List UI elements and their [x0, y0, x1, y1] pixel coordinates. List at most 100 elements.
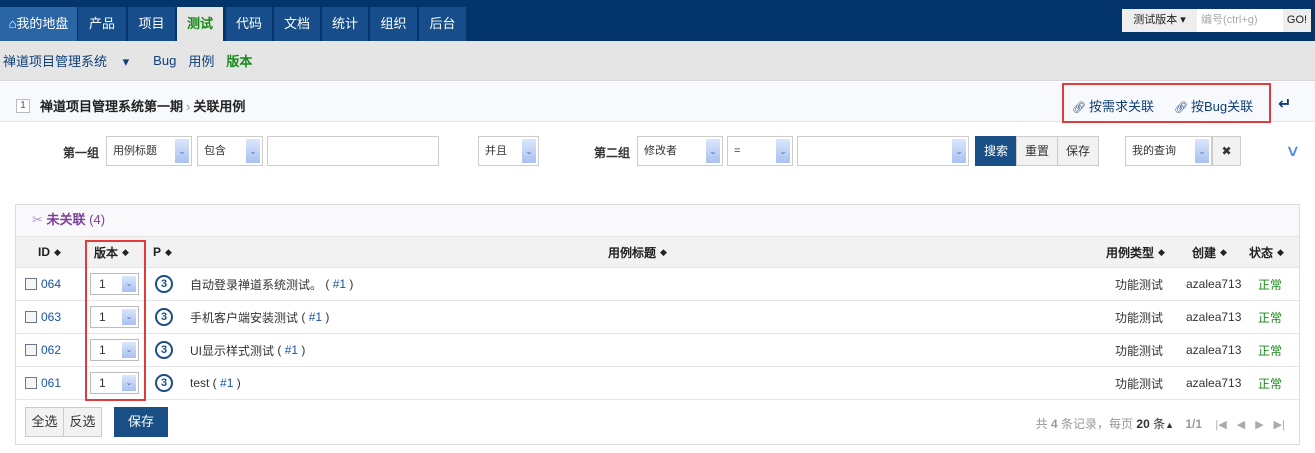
operator2-select[interactable]: = ⌄: [727, 136, 793, 166]
chevron-down-icon: ⌄: [522, 139, 536, 163]
case-title-link[interactable]: 手机客户端安装测试: [190, 309, 298, 326]
case-status: 正常: [1258, 343, 1283, 358]
table-row: 063 1 ⌄ 3 手机客户端安装测试 ( #1 ) 功能测试 azalea713…: [16, 301, 1299, 334]
story-link[interactable]: #1: [333, 277, 346, 291]
row-checkbox[interactable]: [25, 344, 37, 356]
my-query-select[interactable]: 我的查询 ⌄: [1125, 136, 1212, 166]
object-id-input[interactable]: 编号(ctrl+g): [1197, 9, 1283, 32]
story-link[interactable]: #1: [220, 376, 233, 390]
case-title-link[interactable]: test: [190, 376, 209, 390]
link-icon: 🔗︎: [1072, 102, 1086, 114]
highlight-box: [85, 240, 146, 401]
prev-page-icon[interactable]: ◀: [1237, 419, 1245, 431]
subnav-bug[interactable]: Bug: [153, 53, 176, 68]
operator1-select[interactable]: 包含 ⌄: [197, 136, 263, 166]
sort-icon: ◆: [660, 246, 667, 257]
caret-up-icon[interactable]: ▲: [1165, 420, 1174, 430]
object-type-dropdown[interactable]: 测试版本 ▾: [1122, 9, 1197, 32]
col-id[interactable]: ID ◆: [38, 237, 61, 267]
next-page-icon[interactable]: ▶: [1255, 419, 1263, 431]
story-link[interactable]: #1: [285, 343, 298, 357]
group1-label: 第一组: [63, 146, 100, 160]
value1-input[interactable]: [267, 136, 439, 166]
chevron-down-icon: ⌄: [1195, 139, 1209, 163]
col-pri[interactable]: P ◆: [153, 237, 172, 267]
back-icon[interactable]: ↵: [1278, 94, 1291, 114]
row-checkbox[interactable]: [25, 311, 37, 323]
case-id-link[interactable]: 063: [41, 310, 61, 324]
col-title[interactable]: 用例标题 ◆: [608, 237, 667, 267]
save-query-button[interactable]: 保存: [1057, 136, 1099, 166]
build-id-badge: 1: [16, 99, 30, 113]
quick-jump: 测试版本 ▾ 编号(ctrl+g) GO!: [1122, 9, 1311, 32]
subnav-case[interactable]: 用例: [188, 51, 214, 70]
table-row: 061 1 ⌄ 3 test ( #1 ) 功能测试 azalea713 正常: [16, 367, 1299, 400]
tab-my[interactable]: ⌂我的地盘: [0, 7, 77, 41]
tab-doc[interactable]: 文档: [274, 7, 320, 41]
case-id-link[interactable]: 061: [41, 376, 61, 390]
table-row: 062 1 ⌄ 3 UI显示样式测试 ( #1 ) 功能测试 azalea713 …: [16, 334, 1299, 367]
case-type: 功能测试: [1115, 310, 1164, 325]
chevron-down-icon: ⌄: [706, 139, 720, 163]
page-title: 关联用例: [193, 99, 246, 114]
col-status[interactable]: 状态 ◆: [1249, 237, 1284, 267]
case-creator: azalea713: [1186, 343, 1242, 357]
select-all-button[interactable]: 全选: [25, 407, 64, 437]
product-switcher[interactable]: 禅道项目管理系统 ▾: [3, 51, 141, 70]
priority-badge: 3: [155, 308, 173, 326]
table-row: 064 1 ⌄ 3 自动登录禅道系统测试。 ( #1 ) 功能测试 azalea7…: [16, 268, 1299, 301]
save-button[interactable]: 保存: [114, 407, 168, 437]
per-page-select[interactable]: 20: [1136, 417, 1149, 431]
tab-product[interactable]: 产品: [78, 7, 126, 41]
col-creator[interactable]: 创建 ◆: [1192, 237, 1227, 267]
build-title[interactable]: 禅道项目管理系统第一期: [40, 99, 183, 114]
go-button[interactable]: GO!: [1283, 9, 1311, 32]
row-checkbox[interactable]: [25, 377, 37, 389]
case-type: 功能测试: [1115, 343, 1164, 358]
case-title-link[interactable]: 自动登录禅道系统测试。: [190, 276, 322, 293]
value2-select[interactable]: ⌄: [797, 136, 969, 166]
expand-search-icon[interactable]: ∨: [1285, 141, 1300, 161]
group2-label: 第二组: [594, 146, 631, 160]
sort-icon: ◆: [1158, 246, 1165, 257]
caret-down-icon: ▾: [122, 54, 130, 69]
table-footer: 全选 反选 保存 共 4 条记录，每页 20 条▲ 1/1 |◀ ◀ ▶ ▶|: [16, 401, 1299, 444]
pager: 共 4 条记录，每页 20 条▲ 1/1 |◀ ◀ ▶ ▶|: [1035, 417, 1285, 431]
andor-select[interactable]: 并且 ⌄: [478, 136, 539, 166]
link-by-bug[interactable]: 🔗︎ 按Bug关联: [1174, 96, 1253, 115]
reset-button[interactable]: 重置: [1016, 136, 1058, 166]
row-checkbox[interactable]: [25, 278, 37, 290]
breadcrumb: 禅道项目管理系统第一期 › 关联用例: [40, 99, 246, 114]
story-link[interactable]: #1: [309, 310, 322, 324]
case-type: 功能测试: [1115, 277, 1164, 292]
case-creator: azalea713: [1186, 310, 1242, 324]
invert-select-button[interactable]: 反选: [63, 407, 102, 437]
case-status: 正常: [1258, 277, 1283, 292]
last-page-icon[interactable]: ▶|: [1274, 419, 1285, 431]
case-title-link[interactable]: UI显示样式测试: [190, 342, 274, 359]
chevron-down-icon: ⌄: [175, 139, 189, 163]
panel-header: ✂︎ 未关联 (4): [16, 205, 1299, 237]
case-id-link[interactable]: 064: [41, 277, 61, 291]
delete-query-button[interactable]: ✖: [1212, 136, 1241, 166]
link-by-story[interactable]: 🔗︎ 按需求关联: [1072, 96, 1154, 115]
field1-select[interactable]: 用例标题 ⌄: [106, 136, 192, 166]
chevron-down-icon: ⌄: [952, 139, 966, 163]
field2-select[interactable]: 修改者 ⌄: [637, 136, 723, 166]
top-navbar: ⌂我的地盘 产品 项目 测试 代码 文档 统计 组织 后台 测试版本 ▾ 编号(…: [0, 0, 1315, 41]
col-type[interactable]: 用例类型 ◆: [1106, 237, 1165, 267]
tab-admin[interactable]: 后台: [419, 7, 466, 41]
tab-org[interactable]: 组织: [370, 7, 417, 41]
tab-code[interactable]: 代码: [226, 7, 272, 41]
first-page-icon[interactable]: |◀: [1215, 419, 1226, 431]
tab-project[interactable]: 项目: [128, 7, 175, 41]
sort-icon: ◆: [1220, 246, 1227, 257]
subnav-build[interactable]: 版本: [226, 51, 252, 70]
unlink-icon: ✂︎: [32, 212, 47, 227]
case-id-link[interactable]: 062: [41, 343, 61, 357]
chevron-down-icon: ⌄: [246, 139, 260, 163]
close-icon: ✖: [1221, 144, 1232, 158]
tab-stats[interactable]: 统计: [322, 7, 368, 41]
tab-test[interactable]: 测试: [177, 7, 223, 41]
search-button[interactable]: 搜索: [975, 136, 1017, 166]
